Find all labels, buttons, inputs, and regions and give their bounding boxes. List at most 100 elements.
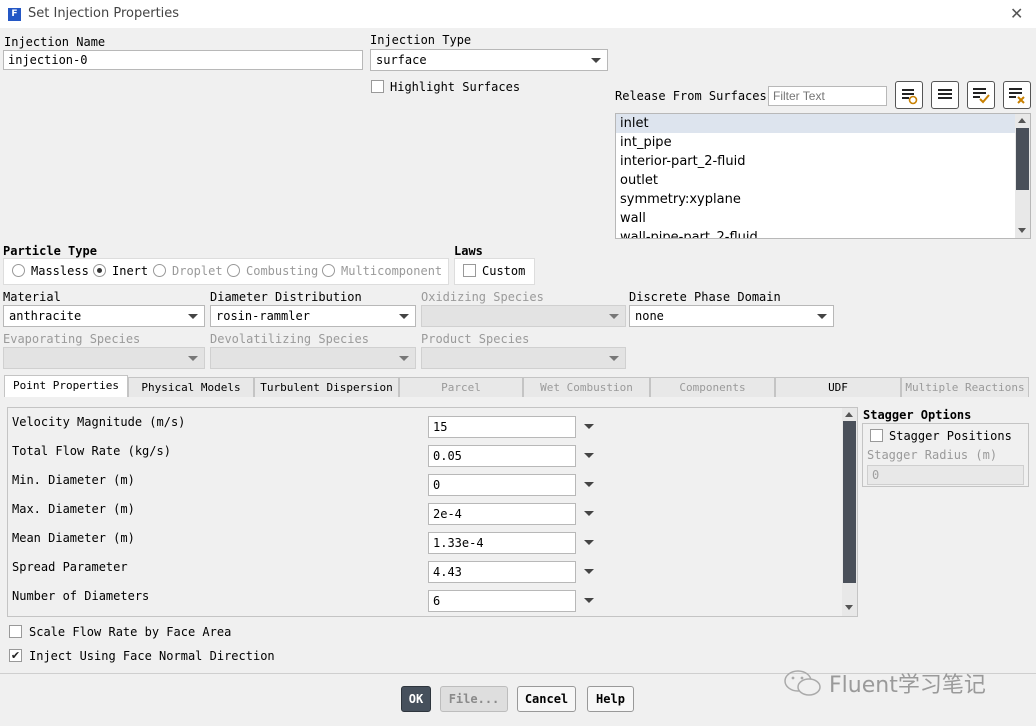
radio-multicomponent-label: Multicomponent [341, 264, 443, 278]
evaporating-species-label: Evaporating Species [3, 332, 141, 346]
evaporating-species-dropdown [3, 347, 205, 369]
injection-name-label: Injection Name [4, 35, 106, 49]
help-button[interactable]: Help [587, 686, 634, 712]
chevron-down-icon [188, 356, 198, 361]
custom-law-checkbox[interactable] [463, 264, 476, 277]
total-flow-rate-input[interactable]: 0.05 [428, 445, 576, 467]
close-icon[interactable]: ✕ [1010, 4, 1023, 23]
select-by-pattern-icon[interactable] [895, 81, 923, 109]
mean-diameter-input[interactable]: 1.33e-4 [428, 532, 576, 554]
radio-droplet [153, 264, 166, 277]
chevron-down-icon [609, 314, 619, 319]
tab-wet-combustion: Wet Combustion [523, 377, 650, 397]
title-bar: F Set Injection Properties ✕ [0, 0, 1036, 28]
material-label: Material [3, 290, 61, 304]
select-all-icon[interactable] [967, 81, 995, 109]
oxidizing-species-label: Oxidizing Species [421, 290, 544, 304]
scale-flow-rate-checkbox[interactable] [9, 625, 22, 638]
discrete-phase-domain-dropdown[interactable]: none [629, 305, 834, 327]
stagger-radius-input: 0 [867, 465, 1024, 485]
velocity-magnitude-input[interactable]: 15 [428, 416, 576, 438]
product-species-label: Product Species [421, 332, 530, 346]
injection-type-value: surface [376, 53, 427, 67]
chevron-down-icon [399, 356, 409, 361]
list-item[interactable]: interior-part_2-fluid [616, 152, 1030, 171]
radio-inert-label: Inert [112, 264, 149, 278]
parameter-menu-icon[interactable] [584, 424, 594, 429]
list-item[interactable]: symmetry:xyplane [616, 190, 1030, 209]
cancel-button[interactable]: Cancel [517, 686, 576, 712]
diameter-distribution-label: Diameter Distribution [210, 290, 362, 304]
scroll-down-icon[interactable] [1018, 228, 1026, 233]
tab-physical-models[interactable]: Physical Models [128, 377, 254, 397]
parameter-menu-icon[interactable] [584, 482, 594, 487]
stagger-radius-label: Stagger Radius (m) [867, 448, 998, 462]
parameter-menu-icon[interactable] [584, 569, 594, 574]
highlight-surfaces-checkbox[interactable] [371, 80, 384, 93]
list-item[interactable]: wall [616, 209, 1030, 228]
devolatilizing-species-label: Devolatilizing Species [210, 332, 369, 346]
material-dropdown[interactable]: anthracite [3, 305, 205, 327]
stagger-options-label: Stagger Options [863, 408, 972, 422]
injection-type-label: Injection Type [370, 33, 472, 47]
injection-type-dropdown[interactable]: surface [370, 49, 608, 71]
diameter-distribution-value: rosin-rammler [216, 309, 310, 323]
radio-combusting [227, 264, 240, 277]
stagger-positions-label: Stagger Positions [889, 429, 1012, 443]
list-item[interactable]: wall-pipe-part_2-fluid [616, 228, 1030, 238]
list-item[interactable]: inlet [616, 114, 1030, 133]
velocity-magnitude-label: Velocity Magnitude (m/s) [12, 415, 186, 429]
max-diameter-input[interactable]: 2e-4 [428, 503, 576, 525]
scroll-up-icon[interactable] [845, 412, 853, 417]
number-of-diameters-input[interactable]: 6 [428, 590, 576, 612]
deselect-all-icon[interactable] [1003, 81, 1031, 109]
chevron-down-icon [591, 58, 601, 63]
scrollbar-thumb[interactable] [1016, 128, 1029, 190]
tab-turbulent-dispersion[interactable]: Turbulent Dispersion [254, 377, 399, 397]
radio-massless[interactable] [12, 264, 25, 277]
fluent-app-icon: F [8, 8, 21, 21]
min-diameter-input[interactable]: 0 [428, 474, 576, 496]
scale-flow-rate-label: Scale Flow Rate by Face Area [29, 625, 232, 639]
scroll-up-icon[interactable] [1018, 118, 1026, 123]
custom-law-label: Custom [482, 264, 526, 278]
stagger-positions-checkbox[interactable] [870, 429, 883, 442]
scroll-down-icon[interactable] [845, 605, 853, 610]
particle-type-label: Particle Type [3, 244, 97, 258]
chevron-down-icon [609, 356, 619, 361]
discrete-phase-domain-label: Discrete Phase Domain [629, 290, 781, 304]
parameter-menu-icon[interactable] [584, 540, 594, 545]
tab-udf[interactable]: UDF [775, 377, 901, 397]
radio-inert[interactable] [93, 264, 106, 277]
tab-point-properties[interactable]: Point Properties [4, 375, 128, 397]
surfaces-scrollbar[interactable] [1015, 114, 1030, 238]
oxidizing-species-dropdown [421, 305, 626, 327]
surfaces-listbox[interactable]: inlet int_pipe interior-part_2-fluid out… [615, 113, 1031, 239]
injection-name-input[interactable]: injection-0 [3, 50, 363, 70]
spread-parameter-input[interactable]: 4.43 [428, 561, 576, 583]
parameter-menu-icon[interactable] [584, 453, 594, 458]
material-value: anthracite [9, 309, 82, 323]
parameter-menu-icon[interactable] [584, 511, 594, 516]
inject-normal-checkbox[interactable]: ✔ [9, 649, 22, 662]
ok-button[interactable]: OK [401, 686, 431, 712]
list-item[interactable]: outlet [616, 171, 1030, 190]
tab-components: Components [650, 377, 775, 397]
radio-massless-label: Massless [31, 264, 89, 278]
max-diameter-label: Max. Diameter (m) [12, 502, 135, 516]
properties-scrollbar[interactable] [842, 408, 857, 616]
parameter-menu-icon[interactable] [584, 598, 594, 603]
discrete-phase-domain-value: none [635, 309, 664, 323]
chevron-down-icon [188, 314, 198, 319]
mean-diameter-label: Mean Diameter (m) [12, 531, 135, 545]
tab-parcel: Parcel [399, 377, 523, 397]
product-species-dropdown [421, 347, 626, 369]
total-flow-rate-label: Total Flow Rate (kg/s) [12, 444, 171, 458]
list-item[interactable]: int_pipe [616, 133, 1030, 152]
list-icon[interactable] [931, 81, 959, 109]
window-title: Set Injection Properties [28, 6, 180, 21]
diameter-distribution-dropdown[interactable]: rosin-rammler [210, 305, 416, 327]
surface-filter-input[interactable] [768, 86, 887, 106]
radio-multicomponent [322, 264, 335, 277]
scrollbar-thumb[interactable] [843, 421, 856, 583]
